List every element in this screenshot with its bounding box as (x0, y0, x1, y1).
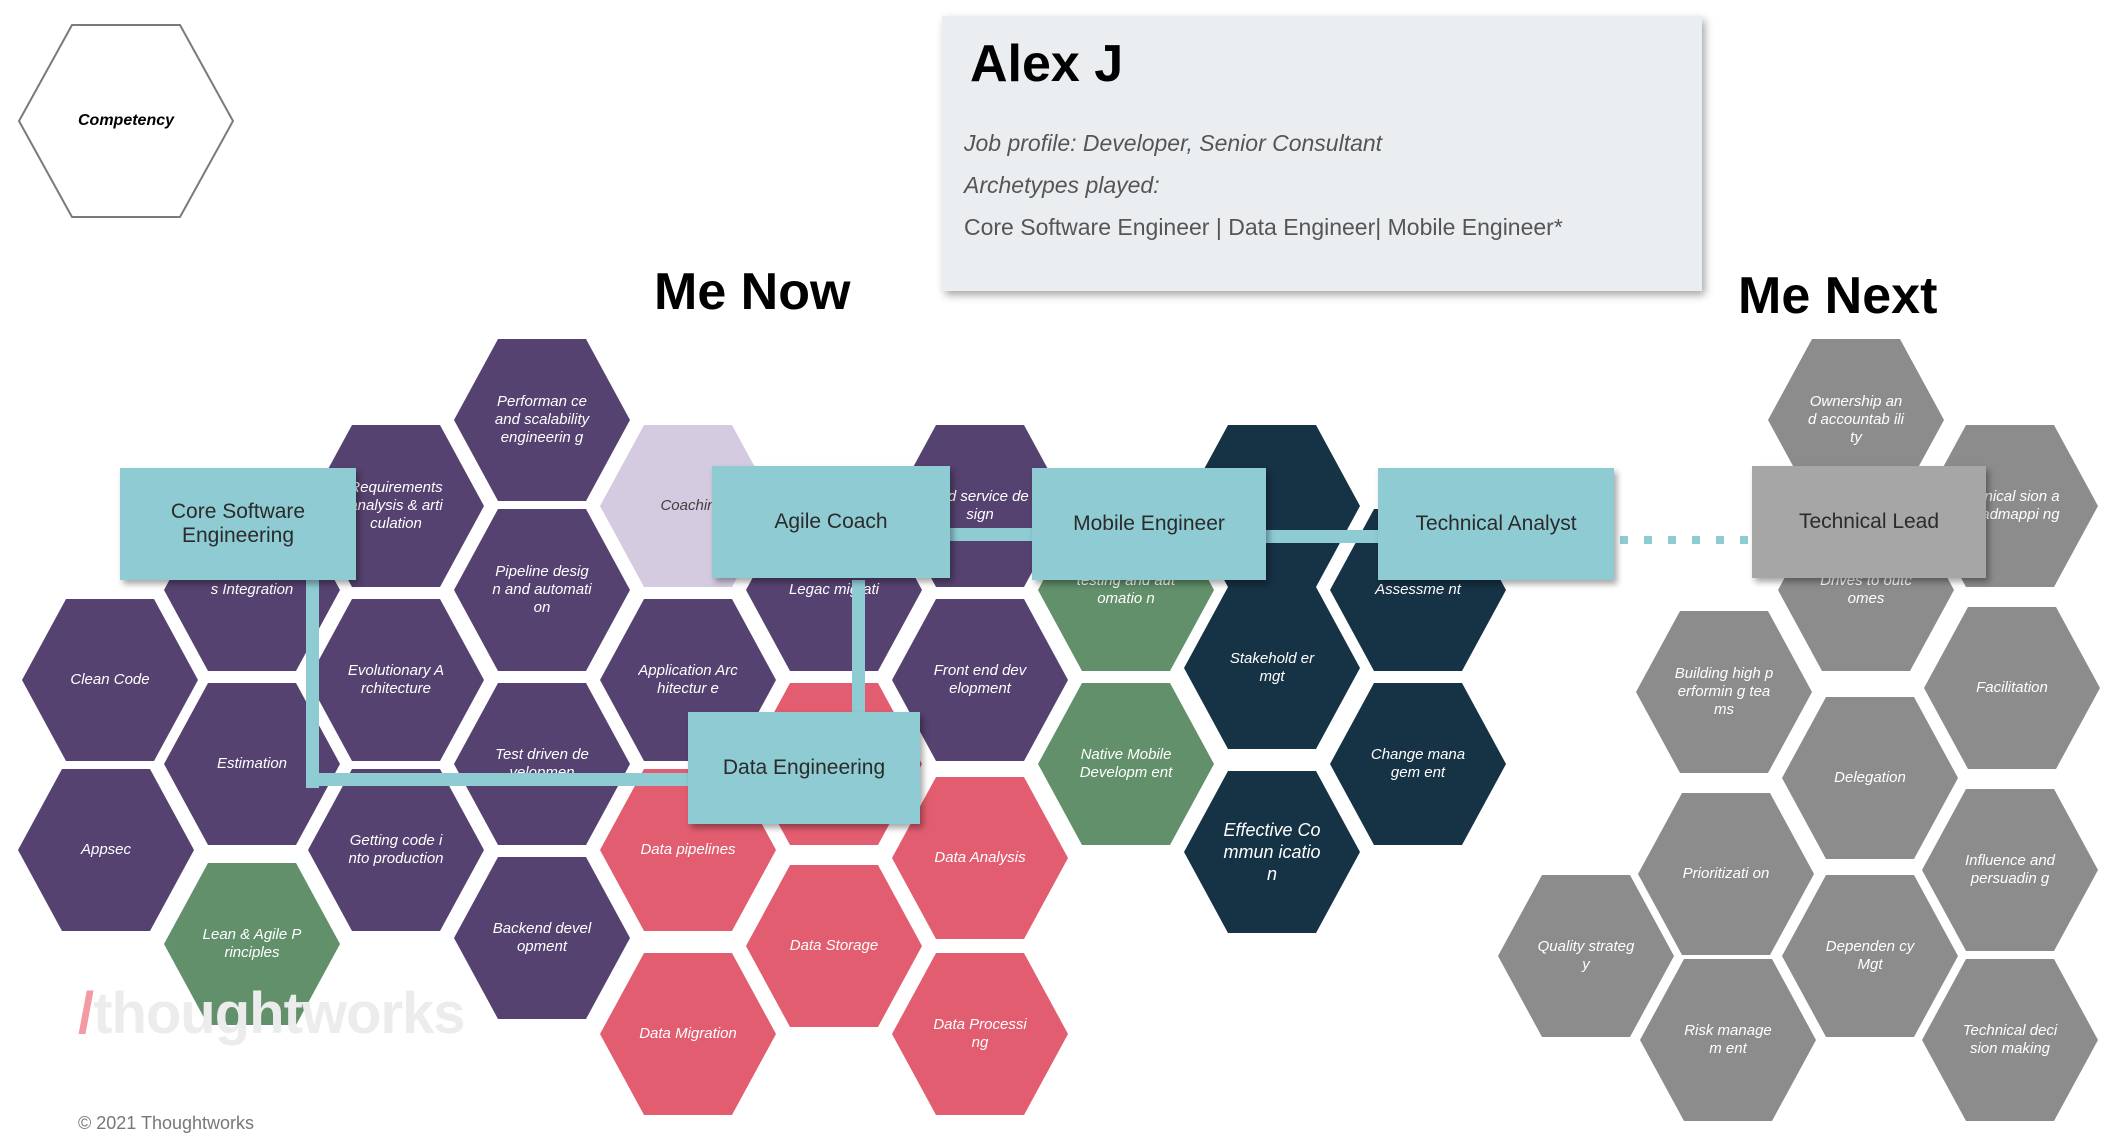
archetype-technical-analyst: Technical Analyst (1378, 468, 1614, 580)
archetype-mobile-engineer: Mobile Engineer (1032, 468, 1266, 580)
competency-label: s Integration (210, 581, 294, 598)
profile-card: Alex J Job profile: Developer, Senior Co… (942, 16, 1702, 291)
competency-hexagon-data-migration: Data Migration (600, 953, 776, 1115)
competency-label: Assessme nt (1375, 581, 1461, 598)
me-next-heading: Me Next (1738, 267, 1938, 325)
competency-label: Native Mobile Developm ent (1079, 746, 1173, 781)
watermark-slash: / (78, 981, 94, 1046)
connector-dot (1644, 536, 1652, 544)
archetype-technical-lead: Technical Lead (1752, 466, 1986, 578)
competency-label: Data Analysis (934, 849, 1026, 866)
competency-label: Backend development (492, 920, 592, 955)
competency-label: Getting code into production (348, 832, 444, 867)
competency-label: Quality strategy (1537, 938, 1635, 973)
competency-label: Dependen cy Mgt (1825, 938, 1915, 973)
competency-hexagon-technical-decision-making: Technical decision making (1922, 959, 2098, 1121)
thoughtworks-watermark-logo: /thoughtworks (78, 980, 466, 1047)
competency-label: Pipeline design and automation (492, 563, 592, 616)
competency-label: Technical decision making (1962, 1022, 2058, 1057)
competency-label: Legac migrati (788, 581, 880, 598)
competency-label: Data Migration (639, 1025, 737, 1042)
competency-label: Effective Commun ication (1223, 820, 1321, 884)
connector-dot (1740, 536, 1748, 544)
competency-label: Delegation (1834, 769, 1906, 786)
connector-dot (1692, 536, 1700, 544)
connector-dot (1716, 536, 1724, 544)
watermark-text: thoughtworks (93, 981, 465, 1046)
competency-label: Change managem ent (1370, 746, 1466, 781)
competency-map: Competency Me Now Me Next Alex J Job pro… (0, 0, 2109, 1147)
copyright-text: © 2021 Thoughtworks (78, 1113, 255, 1133)
connector-core-down (306, 580, 319, 788)
connector-agile-mobile (950, 528, 1032, 541)
competency-label: Influence and persuadin g (1964, 852, 2056, 887)
me-now-heading: Me Now (654, 263, 851, 321)
archetype-core-software-engineering: Core Software Engineering (120, 468, 356, 580)
competency-label: Data pipelines (640, 841, 736, 858)
competency-label: Prioritizati on (1682, 865, 1770, 882)
competency-label: Ownership and accountab ility (1808, 393, 1904, 446)
legend-label: Competency (77, 112, 175, 129)
connector-dot (1620, 536, 1628, 544)
job-profile: Job profile: Developer, Senior Consultan… (964, 130, 1383, 156)
competency-label: Estimation (216, 755, 288, 772)
archetypes-list: Core Software Engineer | Data Engineer| … (964, 214, 1563, 240)
archetype-data-engineering: Data Engineering (688, 712, 920, 824)
competency-hexagon-effective-communication: Effective Commun ication (1184, 771, 1360, 933)
competency-label: Appsec (80, 841, 132, 858)
competency-label: Clean Code (70, 671, 150, 688)
competency-label: Risk managem ent (1684, 1022, 1772, 1057)
profile-name: Alex J (970, 35, 1124, 93)
competency-label: Data Processing (933, 1016, 1027, 1051)
competency-label: Stakehold er mgt (1229, 650, 1315, 685)
competency-label: Building high performin g teams (1674, 665, 1774, 718)
competency-label: Requirements analysis & articulation (349, 479, 443, 532)
connector-agile-data (852, 580, 865, 718)
competency-label: Data Storage (789, 937, 879, 954)
competency-label: Evolutionary Architecture (347, 662, 445, 697)
competency-label: Application Architectur e (638, 662, 738, 697)
archetypes-label: Archetypes played: (964, 172, 1160, 198)
connector-core-data (306, 773, 690, 786)
connector-dot (1668, 536, 1676, 544)
competency-label: Facilitation (1976, 679, 2048, 696)
competency-label: Performan ce and scalability engineerin … (494, 393, 590, 446)
competency-label: Lean & Agile Principles (202, 926, 302, 961)
competency-hexagon-risk-management: Risk managem ent (1640, 959, 1816, 1121)
archetype-agile-coach: Agile Coach (712, 466, 950, 578)
connector-mobile-analyst (1266, 530, 1378, 543)
competency-label: Front end development (933, 662, 1027, 697)
competency-hexagon-data-processing: Data Processing (892, 953, 1068, 1115)
